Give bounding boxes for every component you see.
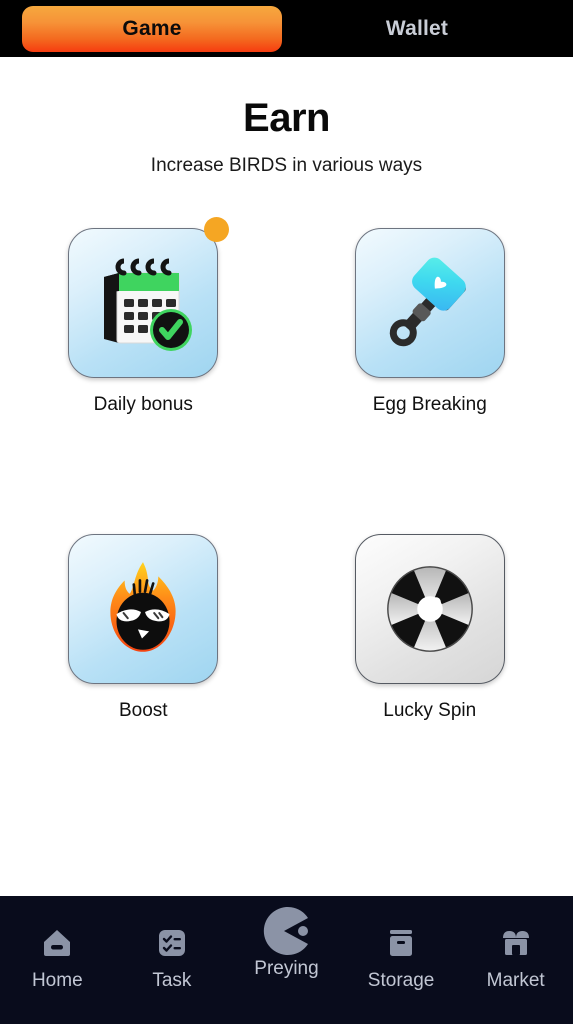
earn-item-egg-breaking[interactable]: Egg Breaking: [337, 228, 523, 416]
egg-breaking-card-inner: [356, 229, 504, 377]
earn-item-lucky-spin[interactable]: Lucky Spin: [337, 534, 523, 722]
egg-breaking-card[interactable]: [354, 228, 505, 378]
earn-grid: Daily bonus Egg Breaking Boost Lucky Spi…: [0, 217, 573, 722]
app-screen: Game Wallet Earn Increase BIRDS in vario…: [0, 0, 573, 1024]
tab-game-label: Game: [122, 16, 182, 40]
nav-item-task[interactable]: Task: [115, 922, 230, 992]
lucky-spin-card[interactable]: [354, 534, 505, 684]
earn-item-boost[interactable]: Boost: [50, 534, 236, 722]
nav-label-market: Market: [486, 970, 545, 991]
checklist-icon-wrap: [155, 922, 189, 964]
hammer-icon: [389, 257, 466, 347]
flame-bird-icon: [110, 562, 176, 652]
nav-item-storage[interactable]: Storage: [344, 922, 459, 992]
page-title: Earn: [243, 96, 330, 140]
nav-item-home[interactable]: Home: [0, 922, 115, 992]
nav-label-home: Home: [31, 970, 83, 991]
earn-item-label: Egg Breaking: [372, 394, 487, 415]
nav-item-market[interactable]: Market: [458, 922, 573, 992]
daily-bonus-card-inner: [69, 229, 217, 377]
shop-icon-wrap: [499, 922, 533, 964]
nav-item-preying[interactable]: Preying: [229, 907, 344, 980]
top-tab-bar: Game Wallet: [0, 0, 573, 57]
shop-icon: [502, 931, 529, 955]
box-icon-wrap: [384, 922, 418, 964]
lucky-spin-card-inner: [356, 535, 504, 683]
daily-bonus-card[interactable]: [68, 217, 230, 378]
earn-item-label: Boost: [118, 700, 168, 721]
boost-card[interactable]: [68, 534, 219, 684]
earn-item-label: Daily bonus: [93, 394, 193, 415]
boost-card-inner: [69, 535, 217, 683]
box-icon: [390, 930, 413, 956]
home-icon: [44, 930, 71, 956]
nav-label-preying: Preying: [254, 958, 319, 979]
tab-wallet-label: Wallet: [385, 16, 449, 40]
notification-badge-dot: [204, 217, 230, 242]
earn-item-label: Lucky Spin: [383, 700, 477, 721]
nav-label-storage: Storage: [367, 970, 435, 991]
tab-wallet[interactable]: Wallet: [282, 6, 552, 52]
home-icon-wrap: [40, 922, 74, 964]
earn-item-daily-bonus[interactable]: Daily bonus: [50, 217, 236, 416]
page-subtitle: Increase BIRDS in various ways: [150, 155, 423, 176]
bottom-navigation: Home Task Preying Storage Market: [0, 896, 573, 1024]
spin-wheel-icon: [386, 566, 473, 652]
checklist-icon: [158, 930, 185, 956]
pacman-icon-wrap: [260, 907, 312, 955]
pacman-icon: [264, 907, 309, 955]
nav-label-task: Task: [152, 970, 192, 991]
tab-game[interactable]: Game: [22, 5, 282, 52]
calendar-check-icon: [104, 258, 193, 351]
